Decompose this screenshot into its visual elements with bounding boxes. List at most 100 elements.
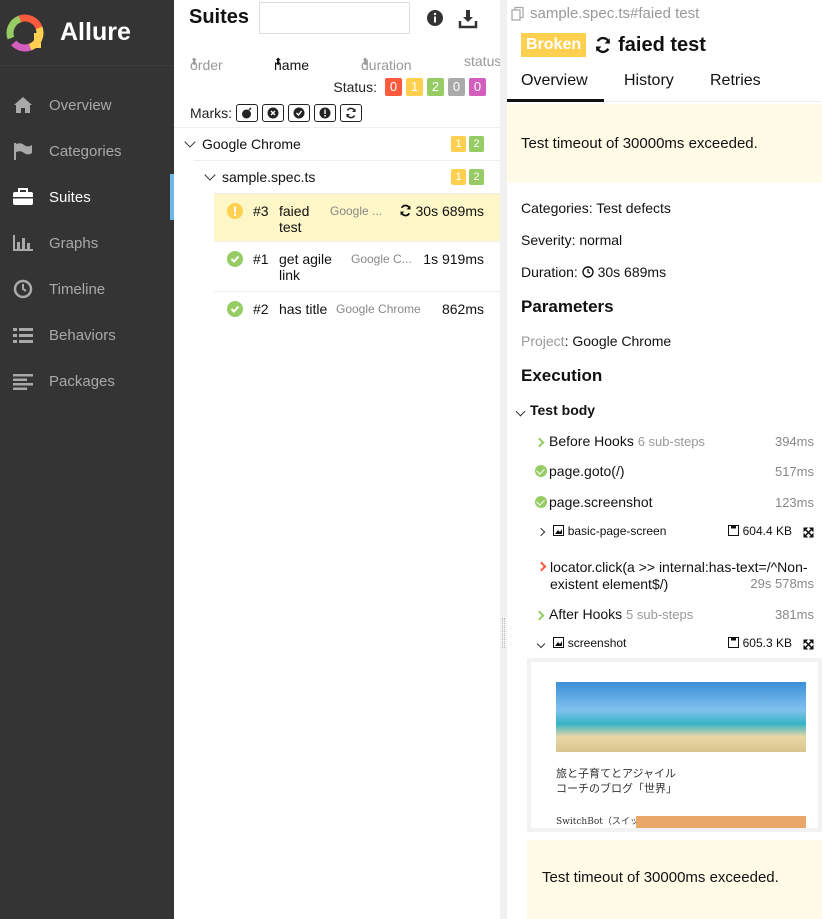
step-before-hooks[interactable]: Before Hooks 6 sub-steps: [534, 433, 705, 449]
clock-icon: [582, 266, 594, 278]
copy-icon: [511, 6, 524, 21]
expand-icon[interactable]: [803, 637, 814, 655]
step-screenshot[interactable]: page.screenshot: [535, 494, 653, 510]
beach-photo: [556, 682, 806, 752]
sidebar-item-label: Packages: [49, 372, 115, 390]
passed-status-icon: [227, 251, 243, 267]
severity-line: Severity: normal: [521, 232, 623, 248]
retries-status-change-icon[interactable]: [340, 104, 362, 122]
chevron-down-icon: [515, 406, 526, 417]
suites-panel: Suites order ⬍ name ⬍ duration ⬍ status …: [174, 0, 500, 919]
error-message: Test timeout of 30000ms exceeded.: [507, 104, 822, 183]
briefcase-icon: [12, 187, 34, 207]
tree-group-browser[interactable]: Google Chrome 1 2: [174, 127, 500, 160]
test-detail-panel: sample.spec.ts#faied test Broken faied t…: [507, 0, 822, 919]
test-duration: 862ms: [441, 301, 484, 317]
save-icon: [728, 525, 740, 536]
passed-status-icon: [535, 496, 547, 508]
new-passed-icon[interactable]: [288, 104, 310, 122]
expand-icon[interactable]: [803, 525, 814, 543]
preview-blog-title: 旅と子育てとアジャイル コーチのブログ「世界」: [556, 767, 677, 795]
info-icon[interactable]: [426, 9, 446, 29]
attachment-size: 605.3 KB: [728, 636, 792, 650]
pane-splitter[interactable]: [500, 0, 507, 919]
failed-chevron-icon: [536, 561, 547, 572]
test-number: #3: [253, 203, 269, 219]
sidebar-item-timeline[interactable]: Timeline: [0, 266, 174, 312]
test-body-toggle[interactable]: Test body: [515, 402, 595, 418]
status-label: Status:: [333, 79, 377, 95]
error-message-footer: Test timeout of 30000ms exceeded.: [527, 840, 822, 919]
retry-icon: [399, 204, 411, 217]
sidebar-item-overview[interactable]: Overview: [0, 82, 174, 128]
new-failed-icon[interactable]: [262, 104, 284, 122]
tab-retries[interactable]: Retries: [710, 72, 761, 90]
detail-tabs: Overview History Retries: [507, 66, 822, 102]
tab-overview[interactable]: Overview: [521, 72, 588, 90]
sort-header: order ⬍ name ⬍ duration ⬍ status: [190, 53, 500, 73]
sidebar-item-suites[interactable]: Suites: [0, 174, 174, 220]
test-number: #1: [253, 251, 269, 267]
parameter-row: Project: Google Chrome: [521, 333, 672, 349]
sidebar-item-categories[interactable]: Categories: [0, 128, 174, 174]
skipped-count-badge[interactable]: 0: [448, 78, 465, 96]
test-row[interactable]: #3 faied test Google ... 30s 689ms: [214, 193, 500, 241]
list-icon: [12, 325, 34, 345]
unknown-count-badge[interactable]: 0: [469, 78, 486, 96]
step-after-hooks[interactable]: After Hooks 5 sub-steps: [534, 606, 693, 622]
attachment-screenshot[interactable]: screenshot: [536, 636, 626, 650]
test-number: #2: [253, 301, 269, 317]
chevron-right-icon: [534, 610, 545, 621]
sidebar-item-label: Suites: [49, 188, 91, 206]
step-goto[interactable]: page.goto(/): [535, 463, 625, 479]
bar-chart-icon: [12, 233, 34, 253]
attachment-basic-page-screen[interactable]: basic-page-screen: [536, 524, 666, 538]
allure-logo-icon: [5, 13, 45, 53]
sidebar-nav: Overview Categories Suites Graphs Timeli…: [0, 82, 174, 404]
marks-label: Marks:: [190, 105, 232, 121]
panel-title: Suites: [189, 5, 250, 28]
duration-line: Duration: 30s 689ms: [521, 264, 667, 280]
sidebar-item-packages[interactable]: Packages: [0, 358, 174, 404]
step-duration: 381ms: [774, 607, 814, 622]
broken-count-badge[interactable]: 1: [406, 78, 423, 96]
download-icon[interactable]: [458, 9, 478, 29]
breadcrumb-text[interactable]: sample.spec.ts#faied test: [530, 5, 699, 22]
chevron-right-icon: [534, 437, 545, 448]
step-duration: 29s 578ms: [750, 576, 814, 591]
sidebar-item-behaviors[interactable]: Behaviors: [0, 312, 174, 358]
group-label: Google Chrome: [202, 136, 301, 152]
image-icon: [553, 637, 565, 648]
passed-count-badge[interactable]: 2: [427, 78, 444, 96]
sidebar-item-graphs[interactable]: Graphs: [0, 220, 174, 266]
categories-line: Categories: Test defects: [521, 200, 671, 216]
sidebar-item-label: Overview: [49, 96, 112, 114]
test-name: has title: [279, 301, 328, 317]
search-input[interactable]: [259, 2, 410, 34]
status-badge: Broken: [521, 33, 587, 57]
save-icon: [728, 637, 740, 648]
test-row[interactable]: #1 get agile link Google C... 1s 919ms: [214, 241, 500, 291]
breadcrumb: sample.spec.ts#faied test: [510, 5, 699, 22]
passed-count-badge: 2: [469, 169, 484, 185]
screenshot-preview[interactable]: 旅と子育てとアジャイル コーチのブログ「世界」 SwitchBot（スイッチボッ…: [527, 658, 822, 832]
flaky-bomb-icon[interactable]: [236, 104, 258, 122]
splitter-grip-icon[interactable]: [502, 618, 505, 648]
test-row[interactable]: #2 has title Google Chrome 862ms: [214, 291, 500, 323]
test-browser: Google ...: [330, 204, 383, 218]
failed-count-badge[interactable]: 0: [385, 78, 402, 96]
broken-count-badge: 1: [451, 136, 466, 152]
sidebar-item-label: Behaviors: [49, 326, 116, 344]
new-broken-icon[interactable]: [314, 104, 336, 122]
tab-history[interactable]: History: [624, 72, 674, 90]
active-tab-indicator: [507, 99, 604, 102]
passed-count-badge: 2: [469, 136, 484, 152]
sort-status[interactable]: status: [464, 53, 500, 69]
app-logo[interactable]: Allure: [0, 0, 174, 66]
test-title: faied test: [618, 33, 706, 56]
step-duration: 394ms: [774, 434, 814, 449]
suites-tree: Google Chrome 1 2 sample.spec.ts 1 2: [174, 127, 500, 193]
tree-group-spec[interactable]: sample.spec.ts 1 2: [194, 160, 500, 193]
app-title: Allure: [60, 18, 131, 46]
chevron-right-icon: [536, 527, 546, 537]
